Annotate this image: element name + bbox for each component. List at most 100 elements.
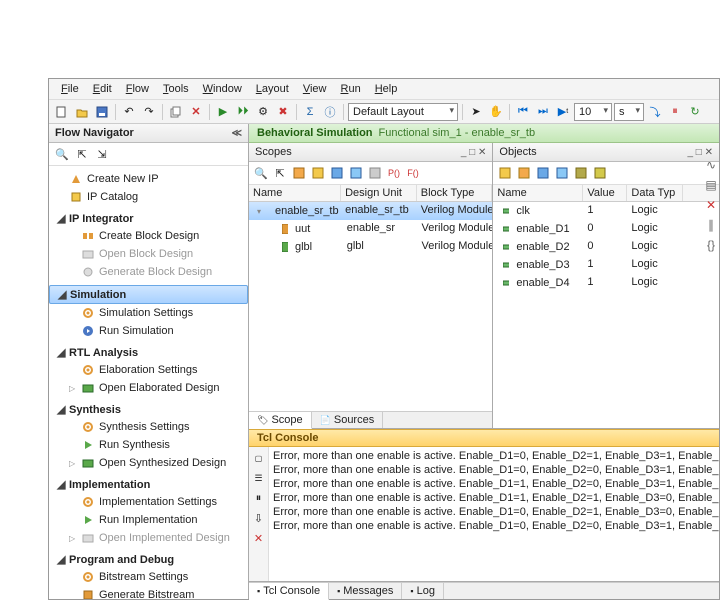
box-orange2-icon[interactable]: [309, 164, 327, 182]
restart-icon[interactable]: ⏮: [514, 103, 532, 121]
filter1-icon[interactable]: [496, 164, 514, 182]
toggle-icon[interactable]: ▢: [250, 449, 268, 467]
tcl-console[interactable]: Error, more than one enable is active. E…: [269, 447, 719, 581]
nav-item[interactable]: IP Catalog: [49, 188, 248, 206]
tab-sources[interactable]: 📄Sources: [312, 412, 384, 428]
nav-item[interactable]: Generate Block Design: [49, 263, 248, 281]
menu-view[interactable]: View: [297, 81, 333, 97]
redo-icon[interactable]: ↷: [140, 103, 158, 121]
close-console-icon[interactable]: ✕: [250, 529, 268, 547]
nav-item[interactable]: Run Implementation: [49, 511, 248, 529]
menu-edit[interactable]: Edit: [87, 81, 118, 97]
menu-window[interactable]: Window: [197, 81, 248, 97]
nav-item[interactable]: Create New IP: [49, 170, 248, 188]
search-icon[interactable]: 🔍: [53, 145, 71, 163]
filter6-icon[interactable]: [591, 164, 609, 182]
scroll-lock-icon[interactable]: ⇩: [250, 509, 268, 527]
step-over-icon[interactable]: ⏭: [534, 103, 552, 121]
column-header[interactable]: Data Typ: [627, 185, 683, 201]
box-blue2-icon[interactable]: [347, 164, 365, 182]
box-gray-icon[interactable]: [366, 164, 384, 182]
time-value-input[interactable]: 10: [574, 103, 612, 121]
nav-item[interactable]: Implementation Settings: [49, 493, 248, 511]
undo-icon[interactable]: ↶: [120, 103, 138, 121]
tab-messages[interactable]: ▪Messages: [329, 583, 402, 599]
menu-file[interactable]: File: [55, 81, 85, 97]
collapse-icon[interactable]: ⇱: [271, 164, 289, 182]
sigma-icon[interactable]: Σ: [301, 103, 319, 121]
nav-group-ip-integrator[interactable]: ◢IP Integrator: [49, 210, 248, 227]
filter4-icon[interactable]: [553, 164, 571, 182]
run-all-icon[interactable]: ⏵⏵: [234, 103, 252, 121]
table-row[interactable]: enable_D41Logic: [493, 274, 719, 292]
column-header[interactable]: Name: [493, 185, 583, 201]
close-strip-icon[interactable]: ✕: [706, 198, 716, 212]
nav-item[interactable]: ▷Open Implemented Design: [49, 529, 248, 547]
hand-icon[interactable]: ✋: [487, 103, 505, 121]
nav-item[interactable]: Generate Bitstream: [49, 586, 248, 599]
nav-item[interactable]: Synthesis Settings: [49, 418, 248, 436]
run-time-icon[interactable]: ▶t: [554, 103, 572, 121]
column-header[interactable]: Block Type: [417, 185, 493, 201]
nav-item[interactable]: ▷Open Elaborated Design: [49, 379, 248, 397]
new-icon[interactable]: [53, 103, 71, 121]
slash-icon[interactable]: ∥: [708, 218, 714, 232]
layout-combo[interactable]: Default Layout: [348, 103, 458, 121]
run-icon[interactable]: ▶: [214, 103, 232, 121]
step-icon[interactable]: ⤵: [646, 103, 664, 121]
column-header[interactable]: Design Unit: [341, 185, 417, 201]
nav-item[interactable]: ▷Open Synthesized Design: [49, 454, 248, 472]
time-unit-combo[interactable]: s: [614, 103, 644, 121]
open-icon[interactable]: [73, 103, 91, 121]
bracket-icon[interactable]: {}: [707, 238, 715, 252]
info-icon[interactable]: ⓘ: [321, 103, 339, 121]
nav-item[interactable]: Bitstream Settings: [49, 568, 248, 586]
nav-item[interactable]: Open Block Design: [49, 245, 248, 263]
stop-icon[interactable]: ✖: [274, 103, 292, 121]
copy-icon[interactable]: [167, 103, 185, 121]
menu-tools[interactable]: Tools: [157, 81, 195, 97]
menu-help[interactable]: Help: [369, 81, 404, 97]
pointer-icon[interactable]: ➤: [467, 103, 485, 121]
nav-item[interactable]: Create Block Design: [49, 227, 248, 245]
table-row[interactable]: enable_D20Logic: [493, 238, 719, 256]
filter5-icon[interactable]: [572, 164, 590, 182]
table-row[interactable]: ▾enable_sr_tbenable_sr_tbVerilog Module: [249, 202, 492, 220]
clear-icon[interactable]: ☰: [250, 469, 268, 487]
column-header[interactable]: Name: [249, 185, 341, 201]
filter3-icon[interactable]: [534, 164, 552, 182]
pause-icon[interactable]: ⏸: [666, 103, 684, 121]
collapse-icon[interactable]: ⇱: [73, 145, 91, 163]
nav-group-implementation[interactable]: ◢Implementation: [49, 476, 248, 493]
gear-icon[interactable]: ⚙: [254, 103, 272, 121]
table-row[interactable]: clk1Logic: [493, 202, 719, 220]
relaunch-icon[interactable]: ↻: [686, 103, 704, 121]
nav-item[interactable]: Elaboration Settings: [49, 361, 248, 379]
table-row[interactable]: enable_D10Logic: [493, 220, 719, 238]
menu-flow[interactable]: Flow: [120, 81, 155, 97]
pause-log-icon[interactable]: ⏸: [250, 489, 268, 507]
nav-group-synthesis[interactable]: ◢Synthesis: [49, 401, 248, 418]
menu-layout[interactable]: Layout: [250, 81, 295, 97]
nav-item[interactable]: Run Synthesis: [49, 436, 248, 454]
proc-icon[interactable]: P(): [385, 164, 403, 182]
save-icon[interactable]: [93, 103, 111, 121]
scopes-table[interactable]: ▾enable_sr_tbenable_sr_tbVerilog Moduleu…: [249, 202, 492, 411]
expand-icon[interactable]: ⇲: [93, 145, 111, 163]
func-icon[interactable]: F(): [404, 164, 422, 182]
db-icon[interactable]: ▤: [705, 178, 716, 192]
box-orange-icon[interactable]: [290, 164, 308, 182]
table-row[interactable]: enable_D31Logic: [493, 256, 719, 274]
objects-table[interactable]: clk1Logicenable_D10Logicenable_D20Logice…: [493, 202, 719, 428]
filter2-icon[interactable]: [515, 164, 533, 182]
tab-log[interactable]: ▪Log: [402, 583, 444, 599]
column-header[interactable]: Value: [583, 185, 627, 201]
search-icon[interactable]: 🔍: [252, 164, 270, 182]
table-row[interactable]: glblglblVerilog Module: [249, 238, 492, 256]
box-blue-icon[interactable]: [328, 164, 346, 182]
nav-group-simulation[interactable]: ◢Simulation: [49, 285, 248, 304]
nav-item[interactable]: Run Simulation: [49, 322, 248, 340]
close-icon[interactable]: ✕: [187, 103, 205, 121]
wave-icon[interactable]: ∿: [706, 158, 716, 172]
table-row[interactable]: uutenable_srVerilog Module: [249, 220, 492, 238]
